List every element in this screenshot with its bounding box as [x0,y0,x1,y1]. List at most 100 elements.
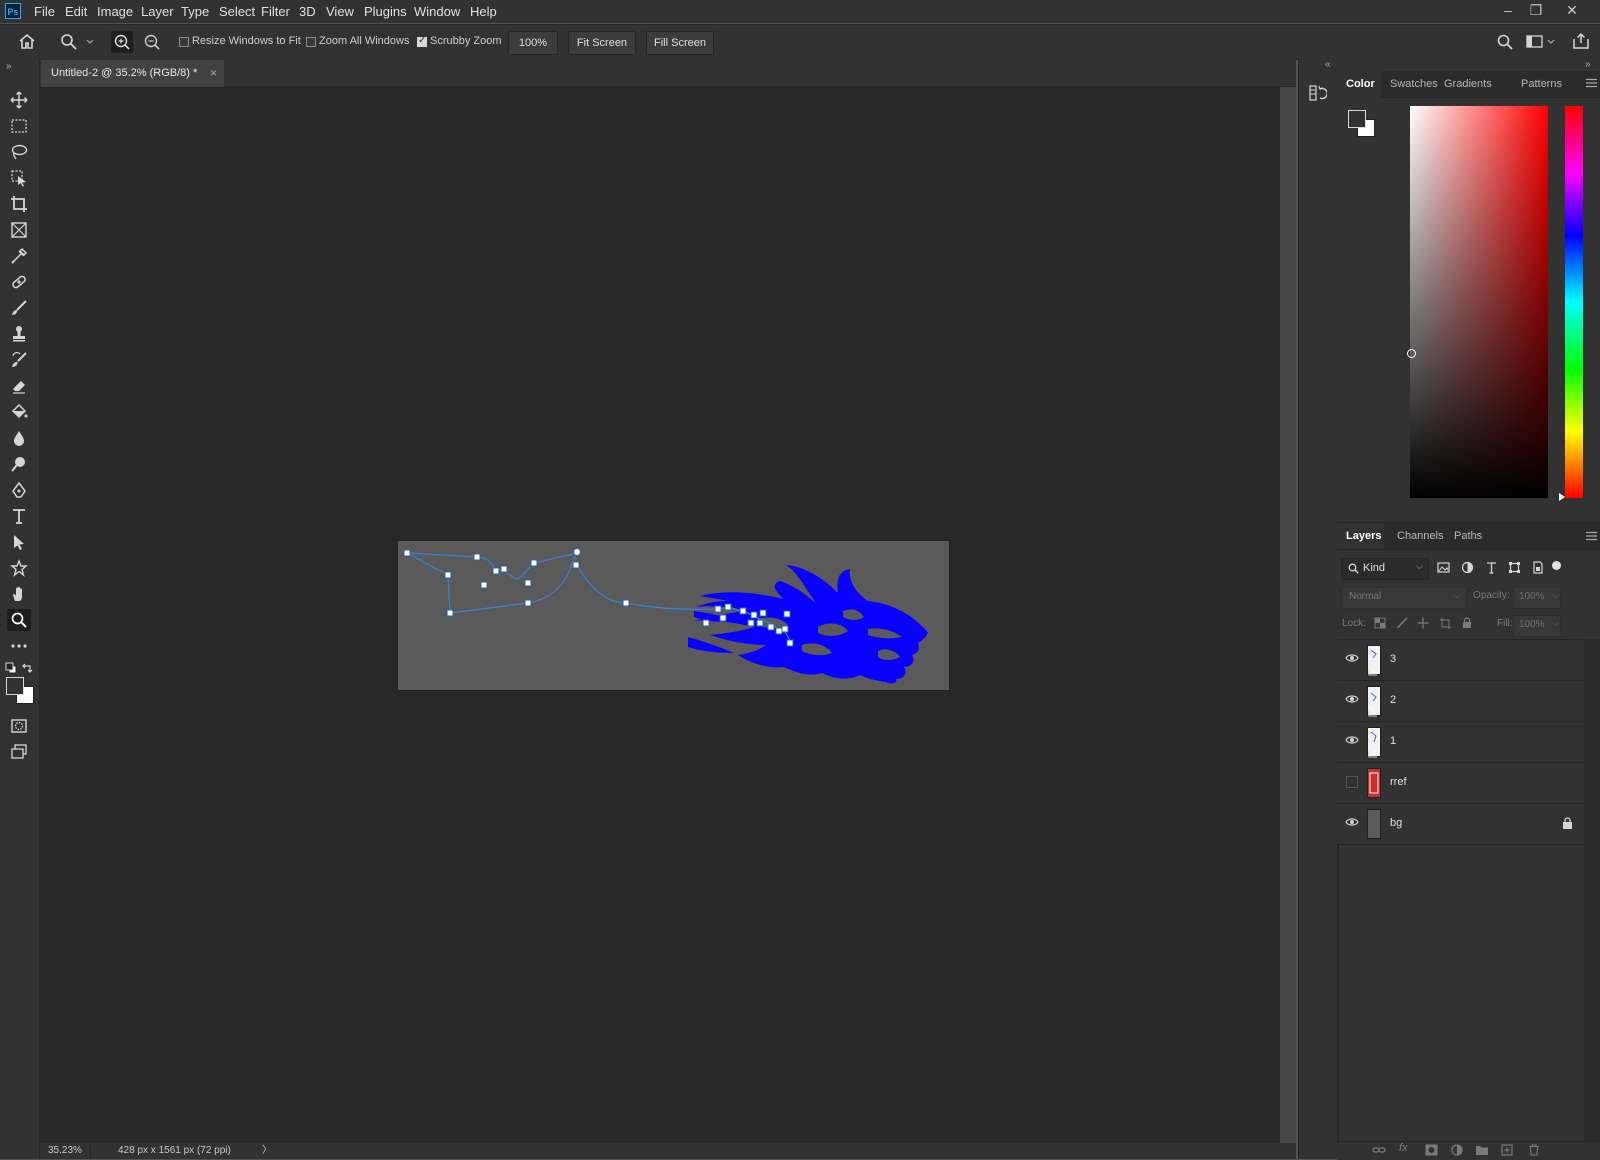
menu-edit[interactable]: Edit [65,0,87,23]
color-panel-menu-icon[interactable] [1586,77,1597,91]
tab-channels[interactable]: Channels [1397,530,1443,542]
visibility-eye-icon[interactable] [1345,817,1359,827]
document-tab[interactable]: Untitled-2 @ 35.2% (RGB/8) * × [41,60,224,87]
scrubby-zoom-checkbox[interactable] [417,35,427,47]
hue-slider-marker[interactable] [1559,493,1565,501]
layer-row-2[interactable]: 2 [1337,681,1584,722]
vertical-scrollbar[interactable] [1280,87,1296,1143]
saturation-brightness-field[interactable] [1410,106,1548,498]
brush-tool-icon[interactable] [7,297,31,319]
crop-tool-icon[interactable] [7,193,31,215]
menu-3d[interactable]: 3D [299,0,316,23]
close-button[interactable]: ✕ [1558,0,1586,23]
lock-position-icon[interactable] [1417,617,1429,632]
home-icon[interactable] [18,33,36,52]
more-tools-icon[interactable] [7,635,31,657]
filter-smart-object-icon[interactable] [1531,561,1544,577]
zoom-in-mode-icon[interactable] [111,31,133,53]
history-panel-icon[interactable] [1309,84,1328,105]
swap-colors-icon[interactable] [21,662,33,677]
history-brush-tool-icon[interactable] [7,349,31,371]
dodge-tool-icon[interactable] [7,453,31,475]
zoom-all-windows-checkbox[interactable] [306,37,316,47]
menu-type[interactable]: Type [181,0,209,23]
filter-pixel-icon[interactable] [1437,561,1450,577]
foreground-color-swatch[interactable] [6,677,24,695]
layer-lock-icon[interactable] [1562,817,1573,829]
tab-paths[interactable]: Paths [1454,530,1482,542]
clone-stamp-tool-icon[interactable] [7,323,31,345]
eyedropper-tool-icon[interactable] [7,245,31,267]
filter-toggle-icon[interactable] [1552,561,1561,570]
menu-select[interactable]: Select [219,0,255,23]
tab-patterns[interactable]: Patterns [1521,78,1562,90]
screen-mode-icon[interactable] [7,741,31,763]
type-tool-icon[interactable] [7,505,31,527]
layer-row-bg[interactable]: bg [1337,804,1584,845]
collapse-chevron-icon[interactable]: » [6,61,12,72]
menu-help[interactable]: Help [470,0,497,23]
layer-row-3[interactable]: 3 [1337,640,1584,681]
delete-layer-icon[interactable] [1528,1144,1540,1159]
add-mask-icon[interactable] [1425,1144,1438,1159]
zoom-100-button[interactable]: 100% [508,31,558,55]
link-layers-icon[interactable] [1372,1144,1386,1159]
tab-gradients[interactable]: Gradients [1444,78,1492,90]
eraser-tool-icon[interactable] [7,375,31,397]
pen-tool-icon[interactable] [7,479,31,501]
tab-swatches[interactable]: Swatches [1390,78,1438,90]
hand-tool-icon[interactable] [7,583,31,605]
layers-panel-menu-icon[interactable] [1586,530,1597,544]
menu-window[interactable]: Window [414,0,460,23]
frame-tool-icon[interactable] [7,219,31,241]
object-selection-tool-icon[interactable] [7,167,31,189]
visibility-eye-icon[interactable] [1345,694,1359,704]
menu-file[interactable]: File [34,0,55,23]
lock-artboard-icon[interactable] [1439,617,1451,632]
menu-image[interactable]: Image [97,0,133,23]
lock-all-icon[interactable] [1461,617,1473,632]
visibility-off-box[interactable] [1346,776,1358,788]
fill-screen-button[interactable]: Fill Screen [646,31,714,55]
opacity-field[interactable]: 100% ⌵ [1513,587,1561,609]
expand-chevron-icon[interactable]: « [1325,59,1331,70]
color-panel-foreground-swatch[interactable] [1348,110,1366,128]
fit-screen-button[interactable]: Fit Screen [568,31,636,55]
document-canvas[interactable] [398,541,949,690]
status-menu-arrow[interactable]: 〉 [262,1143,272,1159]
blur-tool-icon[interactable] [7,427,31,449]
menu-layer[interactable]: Layer [141,0,174,23]
filter-type-icon[interactable] [1485,561,1498,577]
tab-close-icon[interactable]: × [210,66,217,80]
marquee-tool-icon[interactable] [7,115,31,137]
fill-field[interactable]: 100% ⌵ [1513,615,1561,637]
new-adjustment-layer-icon[interactable] [1451,1144,1463,1159]
color-picker-cursor[interactable] [1407,349,1416,358]
menu-filter[interactable]: Filter [261,0,290,23]
panel-collapse-chevron-icon[interactable]: » [1585,59,1591,70]
layers-scrollbar[interactable] [1584,639,1600,1141]
resize-windows-checkbox[interactable] [179,37,189,47]
layer-row-1[interactable]: 1 [1337,722,1584,763]
paint-bucket-tool-icon[interactable] [7,401,31,423]
hue-slider[interactable] [1565,106,1583,498]
menu-view[interactable]: View [326,0,354,23]
minimize-button[interactable]: – [1494,0,1522,23]
tab-color[interactable]: Color [1346,78,1375,90]
zoom-level[interactable]: 35.23% [48,1143,82,1159]
lasso-tool-icon[interactable] [7,141,31,163]
menu-plugins[interactable]: Plugins [364,0,407,23]
zoom-tool-preset-icon[interactable] [60,33,94,54]
workspace-icon[interactable] [1526,34,1556,53]
healing-brush-tool-icon[interactable] [7,271,31,293]
default-colors-icon[interactable] [5,662,17,677]
quick-mask-icon[interactable] [7,715,31,737]
path-selection-tool-icon[interactable] [7,531,31,553]
blend-mode-dropdown[interactable]: Normal ⌵ [1341,587,1467,609]
layer-style-fx-icon[interactable]: fx [1399,1142,1408,1154]
photoshop-logo[interactable]: Ps [5,3,21,19]
lock-transparent-pixels-icon[interactable] [1374,617,1386,632]
layer-filter-dropdown[interactable]: Kind ⌵ [1341,558,1429,580]
tab-layers[interactable]: Layers [1346,530,1381,542]
new-group-icon[interactable] [1475,1144,1489,1159]
